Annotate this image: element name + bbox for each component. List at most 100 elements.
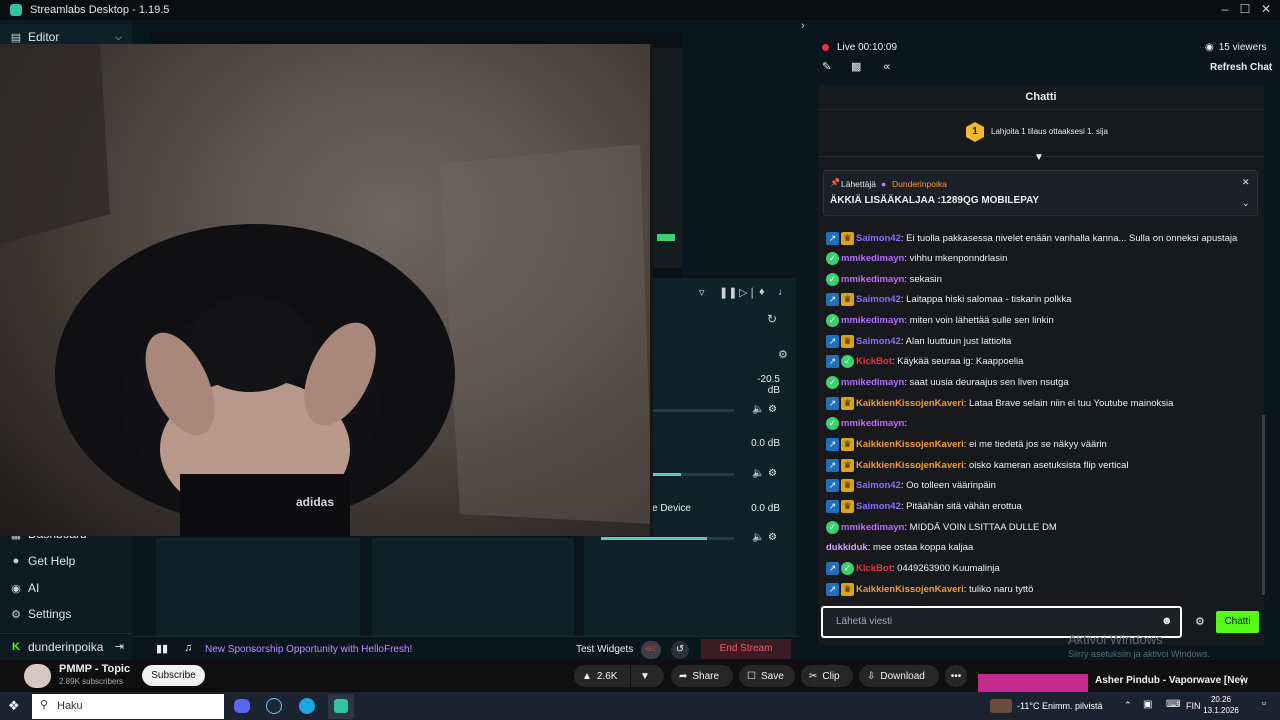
chat-username[interactable]: Saimon42 [856, 480, 901, 491]
chat-username[interactable]: mmikedimayn [841, 315, 904, 326]
chat-username[interactable]: mmikedimayn [841, 418, 904, 429]
filter-icon[interactable]: ▿ [699, 286, 705, 299]
channel-avatar[interactable] [24, 664, 51, 688]
webcam-image: adidas [0, 44, 653, 536]
unpin-icon[interactable]: ✕ [1242, 177, 1250, 188]
notification-icon[interactable]: ♫ [184, 642, 192, 654]
speaker-icon[interactable]: 🔈 [752, 468, 764, 479]
chat-username[interactable]: KaikkienKissojenKaveri [856, 584, 964, 595]
edit-stream-icon[interactable]: ✎ [822, 60, 831, 73]
sponsor-notification[interactable]: New Sponsorship Opportunity with HelloFr… [205, 644, 412, 655]
channel-name[interactable]: PMMP - Topic [59, 663, 130, 675]
windows-start-icon[interactable]: ❖ [8, 698, 20, 714]
chat-username[interactable]: KaikkienKissojenKaveri [856, 460, 964, 471]
replay-buffer-icon[interactable]: ↺ [671, 641, 689, 659]
bookmark-icon: ☐ [747, 670, 756, 682]
weather-text[interactable]: -11°C Enimm. pilvistä [1017, 701, 1102, 711]
logout-icon[interactable]: ⇥ [115, 640, 124, 653]
chat-username[interactable]: Saimon42 [856, 336, 901, 347]
chat-text: : [904, 418, 908, 430]
edge-icon[interactable] [299, 698, 315, 714]
source-gear-icon[interactable]: ⚙ [768, 468, 777, 479]
more-actions-button[interactable]: ••• [945, 665, 967, 687]
source-gear-icon[interactable]: ⚙ [768, 532, 777, 543]
download-icon: ⇩ [867, 670, 876, 682]
volume-icon[interactable]: ♩ [778, 286, 789, 298]
volume-track[interactable] [601, 537, 734, 540]
taskbar-search-input[interactable]: ⚲ Haku [32, 694, 224, 719]
collapse-chevron-icon[interactable]: › [801, 20, 805, 32]
clip-button[interactable]: ✂ Clip [801, 665, 853, 687]
chat-message: ↗ ✓ KickBot: 0449263900 Kuumalinja [826, 558, 1000, 578]
sidebar-item-settings[interactable]: ⚙ Settings [0, 601, 132, 627]
next-video-title[interactable]: Asher Pindub - Vaporwave [New [1095, 675, 1248, 686]
chat-username[interactable]: Saimon42 [856, 294, 901, 305]
chat-username[interactable]: Saimon42 [856, 501, 901, 512]
chat-settings-icon[interactable]: ⚙ [1195, 615, 1205, 628]
chat-input-placeholder: Lähetä viesti [836, 616, 893, 627]
steam-icon[interactable] [266, 698, 282, 714]
refresh-icon[interactable]: ↻ [767, 312, 777, 326]
chat-username[interactable]: mmikedimayn [841, 377, 904, 388]
end-stream-button[interactable]: End Stream [701, 639, 791, 659]
gift-leaderboard[interactable]: 1 Lahjoita 1 tilaus ottaaksesi 1. sija [818, 109, 1264, 157]
thumbs-up-icon: ▲ [582, 670, 592, 682]
chat-username[interactable]: KickBot [856, 356, 892, 367]
speaker-icon[interactable]: 🔈 [752, 404, 764, 415]
next-icon[interactable]: ▷❘ [739, 286, 757, 299]
mute-all-icon[interactable]: ♦ [759, 286, 765, 298]
streamlabs-taskbar-button[interactable] [328, 694, 354, 719]
subscribe-button[interactable]: Subscribe [142, 665, 205, 686]
rec-button[interactable]: REC [641, 641, 661, 659]
keyboard-icon[interactable]: ⌨ [1166, 699, 1180, 710]
chat-username[interactable]: KaikkienKissojenKaveri [856, 439, 964, 450]
network-icon[interactable]: ▣ [1143, 699, 1152, 710]
chat-send-button[interactable]: Chatti [1216, 611, 1259, 633]
next-video-thumbnail[interactable] [978, 674, 1088, 692]
chat-scrollbar[interactable] [1262, 415, 1265, 595]
close-button[interactable]: ✕ [1252, 0, 1280, 20]
notification-center-icon[interactable]: ▫ [1262, 698, 1266, 710]
chat-message: ↗ ♛ KaikkienKissojenKaveri: Lataa Brave se… [826, 393, 1173, 413]
chat-username[interactable]: KaikkienKissojenKaveri [856, 398, 964, 409]
chat-username[interactable]: mmikedimayn [841, 522, 904, 533]
download-button[interactable]: ⇩ Download [859, 665, 939, 687]
clock-date[interactable]: 13.1.2026 [1203, 706, 1239, 715]
stats-icon[interactable]: ▮▮ [156, 642, 168, 655]
chat-text: : Lataa Brave selain niin ei tuu Youtube… [963, 397, 1174, 409]
refresh-chat-button[interactable]: Refresh Chat [1210, 62, 1272, 73]
speaker-icon[interactable]: 🔈 [752, 532, 764, 543]
kebab-menu-icon[interactable]: ⋮ [1236, 673, 1248, 687]
chat-username[interactable]: KickBot [856, 563, 892, 574]
tray-chevron-icon[interactable]: ⌃ [1124, 700, 1132, 711]
editor-icon: ▤ [10, 31, 22, 44]
chevron-down-icon[interactable]: ⌄ [1242, 198, 1250, 209]
account-item[interactable]: K dunderinpoika ⇥ [0, 633, 132, 659]
mixer-gear-icon[interactable]: ⚙ [778, 348, 788, 361]
test-widgets-button[interactable]: Test Widgets [576, 644, 633, 655]
chat-username[interactable]: mmikedimayn [841, 253, 904, 264]
dislike-button[interactable]: ▼ [631, 665, 664, 687]
chat-username[interactable]: dukkiduk [826, 542, 868, 553]
verified-badge-icon: ✓ [826, 376, 839, 390]
clock-time[interactable]: 20.26 [1203, 695, 1239, 704]
sidebar-item-get-help[interactable]: ● Get Help [0, 548, 132, 574]
emoji-icon[interactable]: ☻ [1161, 615, 1173, 627]
share-button[interactable]: ➦ Share [671, 665, 733, 687]
sidebar-item-ai[interactable]: ◉ AI [0, 575, 132, 601]
verified-badge-icon: ✓ [841, 561, 854, 575]
audio-meter-green [657, 234, 675, 241]
subscriber-badge-icon: ↗ [826, 479, 839, 493]
save-button[interactable]: ☐ Save [739, 665, 795, 687]
share-icon[interactable]: ∝ [883, 60, 891, 73]
like-button[interactable]: ▲ 2.6K [574, 665, 630, 687]
pause-icon[interactable]: ❚❚ [719, 286, 737, 299]
popout-icon[interactable]: ▩ [851, 60, 861, 73]
language-indicator[interactable]: FIN [1186, 701, 1201, 711]
discord-icon[interactable] [234, 699, 250, 713]
chat-username[interactable]: Saimon42 [856, 233, 901, 244]
search-placeholder: Haku [57, 700, 83, 712]
source-gear-icon[interactable]: ⚙ [768, 404, 777, 415]
pin-expand-icon[interactable]: ▼ [1034, 152, 1044, 163]
chat-username[interactable]: mmikedimayn [841, 274, 904, 285]
